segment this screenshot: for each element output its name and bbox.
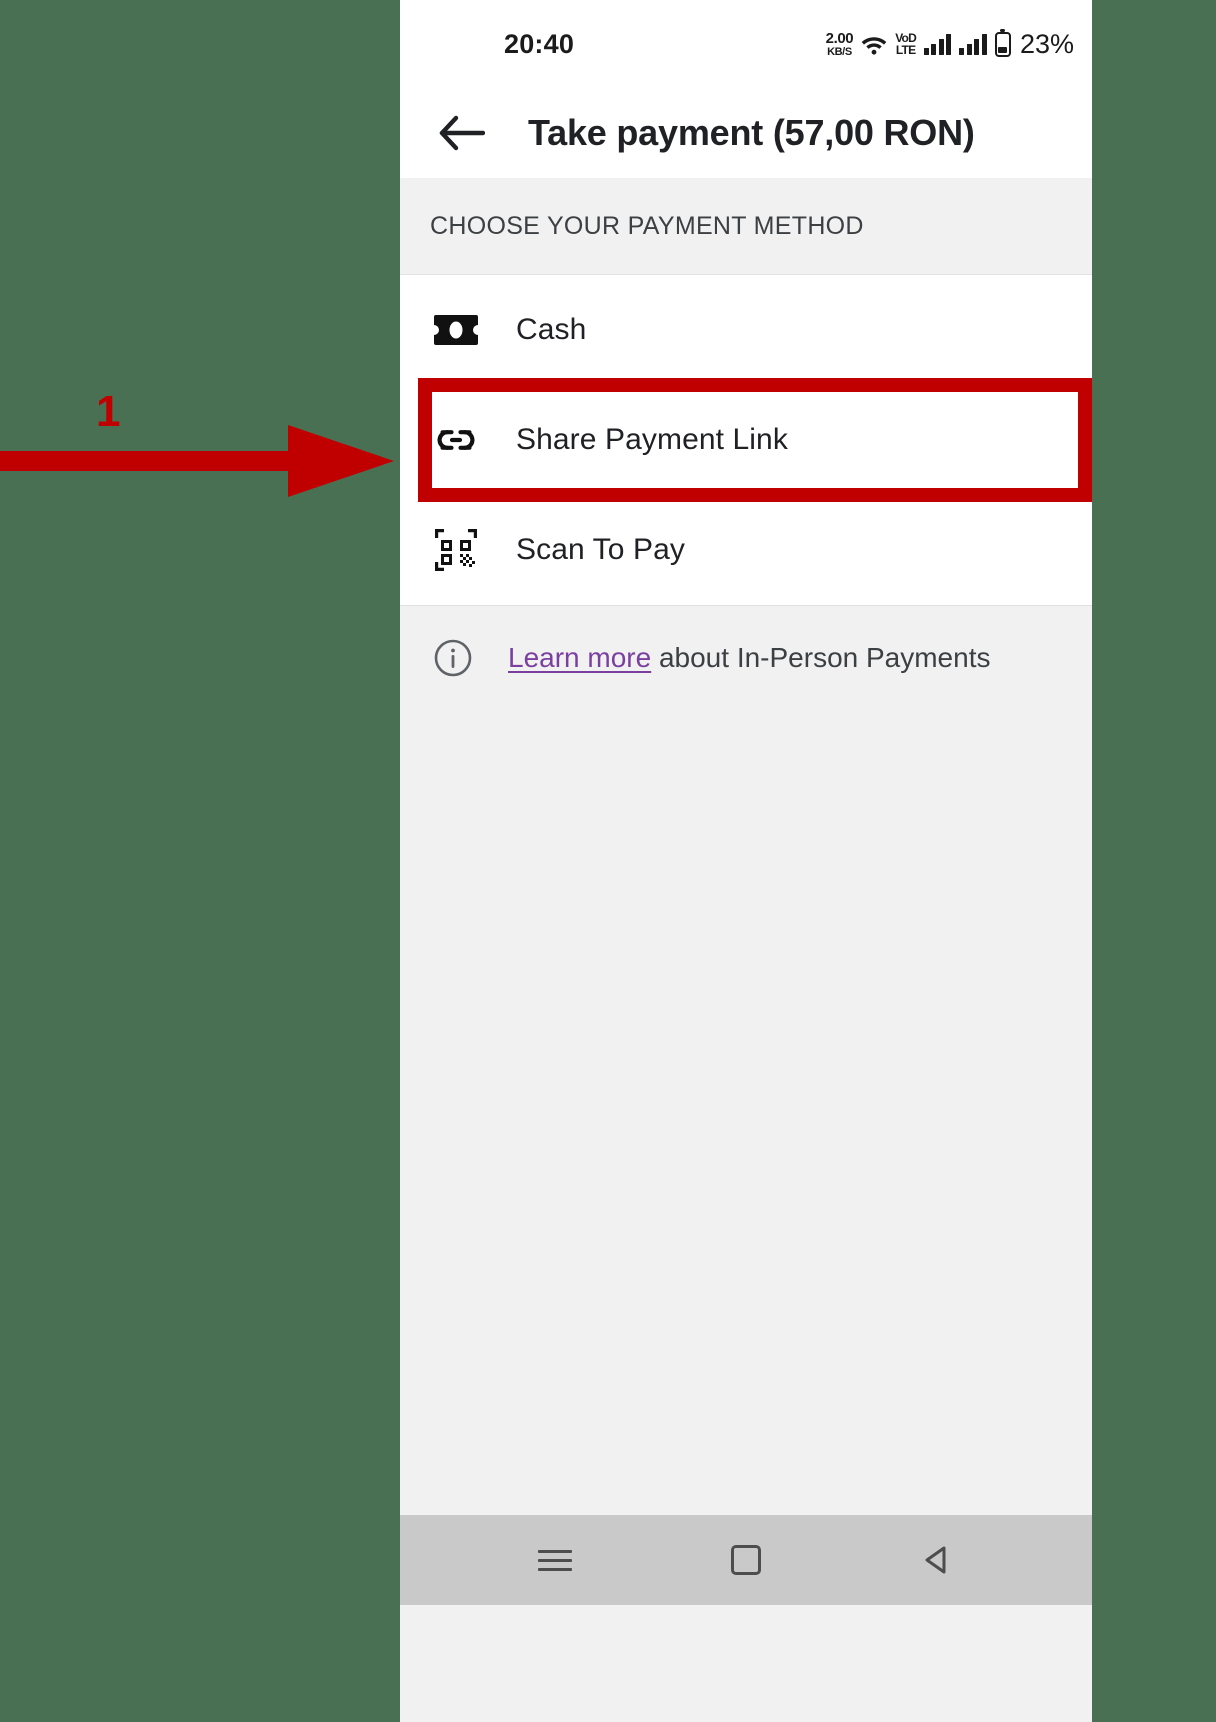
signal-bars-icon	[923, 33, 952, 55]
learn-more-text: Learn more about In-Person Payments	[508, 642, 990, 674]
phone-screen: 20:40 2.00 KB/S VoD LTE 23% Take payment…	[400, 0, 1092, 1722]
network-speed-unit: KB/S	[827, 45, 852, 58]
menu-icon[interactable]	[520, 1525, 590, 1595]
status-indicators: 2.00 KB/S VoD LTE 23%	[826, 28, 1074, 60]
content-empty-area	[400, 709, 1092, 1515]
payment-method-scan-to-pay[interactable]: Scan To Pay	[400, 495, 1092, 605]
volte-indicator: VoD LTE	[895, 32, 917, 57]
battery-icon	[994, 28, 1011, 57]
section-header: CHOOSE YOUR PAYMENT METHOD	[400, 178, 1092, 275]
payment-method-label: Cash	[516, 313, 587, 346]
system-nav-bar	[400, 1515, 1092, 1605]
back-triangle-icon[interactable]	[902, 1525, 972, 1595]
status-time: 20:40	[504, 28, 575, 59]
learn-more-suffix: about In-Person Payments	[651, 641, 991, 673]
learn-more-row[interactable]: Learn more about In-Person Payments	[400, 605, 1092, 709]
annotation-arrow	[0, 425, 394, 497]
wifi-icon	[861, 33, 887, 55]
info-circle-icon	[430, 635, 476, 681]
status-bar: 20:40 2.00 KB/S VoD LTE 23%	[400, 0, 1092, 88]
page-title: Take payment (57,00 RON)	[528, 112, 975, 153]
back-arrow-icon[interactable]	[434, 105, 490, 161]
payment-method-share-payment-link[interactable]: Share Payment Link	[400, 385, 1092, 495]
network-speed-indicator: 2.00 KB/S	[826, 31, 854, 58]
link-icon	[430, 414, 482, 466]
annotation-step-number: 1	[96, 387, 121, 436]
app-bar: Take payment (57,00 RON)	[400, 88, 1092, 178]
payment-method-list: Cash Share Payment Link Scan To Pay	[400, 275, 1092, 605]
volte-line-2: LTE	[895, 43, 916, 57]
network-speed-value: 2.00	[825, 29, 854, 47]
section-header-label: CHOOSE YOUR PAYMENT METHOD	[430, 211, 864, 240]
payment-method-cash[interactable]: Cash	[400, 275, 1092, 385]
home-square-icon[interactable]	[711, 1525, 781, 1595]
payment-method-label: Scan To Pay	[516, 533, 685, 566]
learn-more-link[interactable]: Learn more	[508, 642, 651, 673]
battery-percent: 23%	[1019, 28, 1074, 59]
cash-banknote-icon	[429, 304, 483, 356]
payment-method-label: Share Payment Link	[516, 423, 788, 456]
signal-bars-icon	[959, 33, 987, 55]
qr-code-icon	[430, 524, 482, 576]
